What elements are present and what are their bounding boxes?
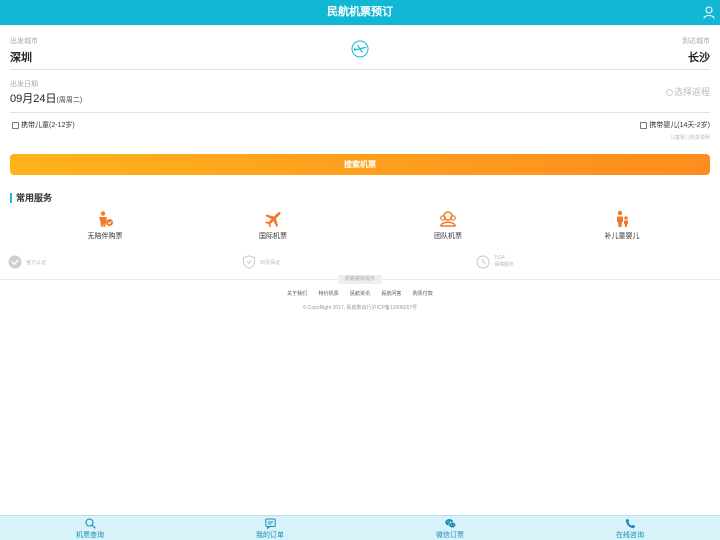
trust-label: 出票保证 [260,259,281,266]
tab-label: 机票查询 [76,532,104,539]
arrival-label: 到达城市 [682,38,710,45]
child-booking-note-link[interactable]: 儿童婴儿购票说明 [670,134,710,141]
unaccompanied-child-icon [99,211,113,227]
child-checkbox[interactable]: 携带儿童(2-12岁) [12,120,75,130]
user-icon[interactable] [703,6,715,19]
divider-tag: 航路跳转提示 [338,275,382,284]
plane-icon [265,211,281,228]
service-group[interactable]: 团队机票 [388,210,508,241]
clock-icon [476,255,490,269]
shield-icon [242,255,256,269]
trust-service: 7x24 保障服务 [476,255,514,269]
footer-link[interactable]: 特价机票 [319,291,339,297]
date-value: 09月24日 [10,93,57,105]
search-flights-button[interactable]: 搜索机票 [10,154,710,175]
tab-label: 我的订单 [256,532,284,539]
service-label: 国际机票 [259,233,287,240]
tab-label: 在线咨询 [616,532,644,539]
group-icon [440,211,456,227]
weekday: (周周二) [56,97,83,104]
services-title: 常用服务 [10,193,52,203]
trust-label: 官方认证 [26,259,47,266]
service-label: 无陪伴购票 [87,233,123,240]
passenger-options: 携带儿童(2-12岁) 携带婴儿(14天-2岁) 儿童婴儿购票说明 [10,120,710,146]
trust-label: 7x24 [494,255,505,261]
plane-swap-icon[interactable] [351,40,369,58]
round-trip-label: 选择返程 [673,87,710,97]
infant-checkbox-label: 携带婴儿(14天-2岁) [649,122,710,129]
footer-link[interactable]: 民航资讯 [350,291,370,297]
footer-link[interactable]: 关于我们 [287,291,307,297]
date-label: 出发日期 [10,81,38,88]
phone-icon [625,518,635,529]
trust-verified: 官方认证 [8,255,46,269]
checkbox-icon[interactable] [12,121,19,129]
departure-label: 出发城市 [10,38,38,45]
top-bar: 民航机票预订 [0,0,720,25]
tab-flight-search[interactable]: 机票查询 [40,518,140,540]
services-grid: 无陪伴购票 国际机票 团队机票 补儿童婴儿 [0,210,720,244]
wechat-icon [444,519,456,529]
trust-row: 官方认证 出票保证 7x24 保障服务 [0,255,720,275]
tab-online-consult[interactable]: 在线咨询 [580,518,680,540]
checkbox-icon[interactable] [640,121,648,129]
tab-my-orders[interactable]: 我的订单 [220,518,320,540]
order-icon [264,518,276,529]
service-label: 团队机票 [434,233,462,240]
service-child-infant[interactable]: 补儿童婴儿 [562,210,682,241]
child-checkbox-label: 携带儿童(2-12岁) [21,122,75,129]
departure-date[interactable]: 09月24日(周周二) [10,90,82,106]
footer-link[interactable]: 民航问答 [381,291,401,297]
bottom-tab-bar: 机票查询 我的订单 微信订票 在线咨询 [0,515,720,540]
city-selector-row: 出发城市 深圳 到达城市 长沙 [10,34,710,70]
arrival-city-field[interactable]: 到达城市 长沙 [682,36,710,65]
tab-wechat-booking[interactable]: 微信订票 [400,518,500,540]
page-title: 民航机票预订 [327,6,393,18]
service-international[interactable]: 国际机票 [213,210,333,241]
arrival-city[interactable]: 长沙 [682,49,710,65]
trust-sublabel: 保障服务 [494,262,515,268]
infant-checkbox[interactable]: 携带婴儿(14天-2岁) [640,120,710,130]
family-icon [617,210,628,227]
service-label: 补儿童婴儿 [604,233,640,240]
departure-city-field[interactable]: 出发城市 深圳 [10,36,38,65]
service-unaccompanied[interactable]: 无陪伴购票 [45,210,165,241]
add-circle-icon [665,89,673,96]
round-trip-option[interactable]: 选择返程 [665,85,710,98]
search-icon [84,518,96,529]
trust-guarantee: 出票保证 [242,255,280,269]
departure-city[interactable]: 深圳 [10,49,38,65]
date-selector-row[interactable]: 出发日期 09月24日(周周二) 选择返程 [10,77,710,113]
footer-links: 关于我们 特价机票 民航资讯 民航问答 购票付款 [0,290,720,297]
verified-icon [8,255,22,269]
copyright: © CopyRight 2017, 民航数出行沪ICP备12008257号 [302,305,418,311]
tab-label: 微信订票 [436,532,464,539]
footer-link[interactable]: 购票付款 [413,291,433,297]
